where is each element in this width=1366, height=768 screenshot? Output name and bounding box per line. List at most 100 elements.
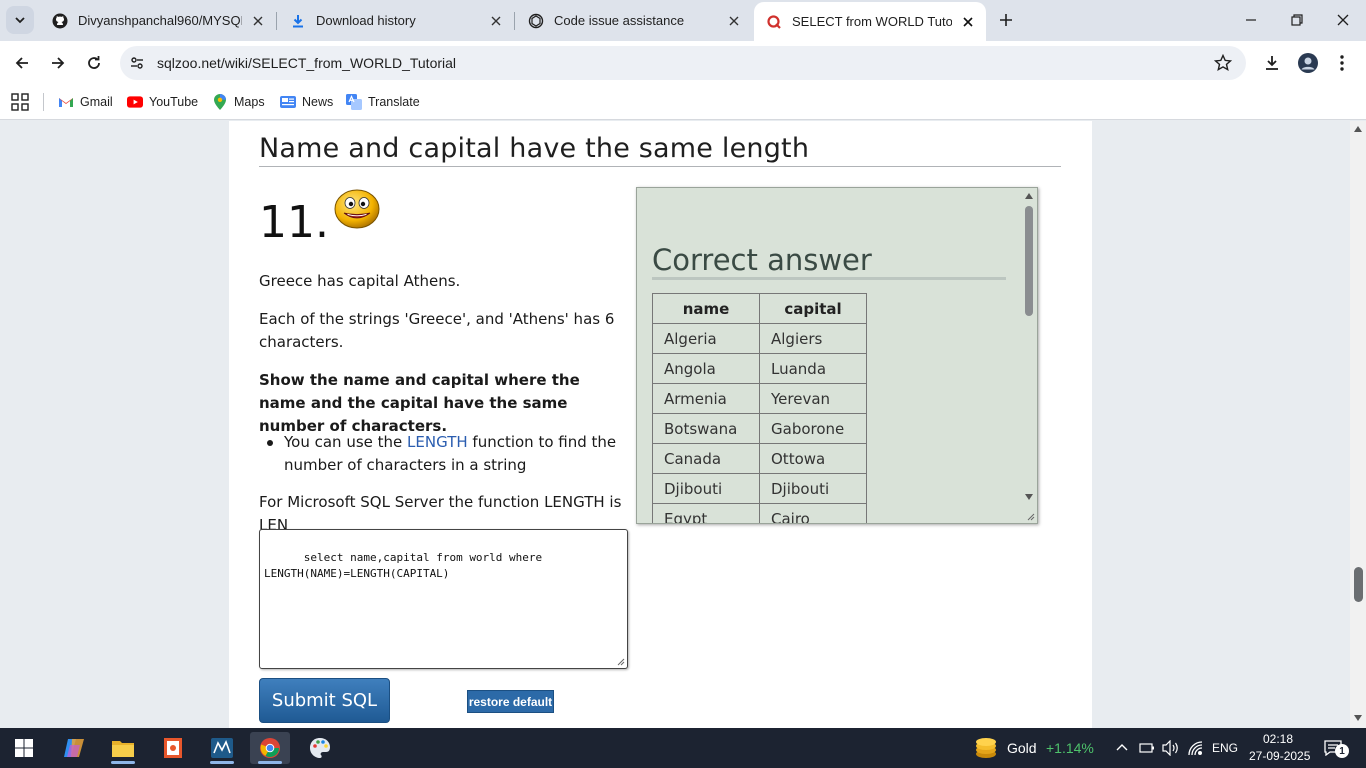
- tab-code-issue[interactable]: Code issue assistance: [516, 4, 752, 37]
- close-icon[interactable]: [726, 13, 742, 29]
- widget-value[interactable]: +1.14%: [1046, 740, 1094, 756]
- cell-name: Botswana: [652, 413, 760, 444]
- cell-capital: Ottowa: [759, 443, 867, 474]
- restore-window-button[interactable]: [1274, 0, 1320, 40]
- sqlzoo-icon: [766, 14, 782, 30]
- taskbar-file-explorer[interactable]: [103, 732, 143, 764]
- network-icon[interactable]: [1187, 740, 1205, 756]
- close-icon: [1337, 14, 1349, 26]
- chevron-up-icon[interactable]: [1116, 742, 1128, 754]
- cell-capital: Algiers: [759, 323, 867, 354]
- clock-date[interactable]: 27-09-2025: [1249, 749, 1310, 763]
- scroll-up-arrow-icon[interactable]: [1353, 124, 1363, 134]
- browser-menu-button[interactable]: [1328, 49, 1356, 77]
- tab-title: SELECT from WORLD Tutorial -: [792, 14, 952, 29]
- url-text[interactable]: sqlzoo.net/wiki/SELECT_from_WORLD_Tutori…: [157, 55, 456, 71]
- browser-toolbar: sqlzoo.net/wiki/SELECT_from_WORLD_Tutori…: [0, 41, 1366, 85]
- bookmark-label: Maps: [234, 95, 265, 109]
- taskbar-mysql-workbench[interactable]: [202, 732, 242, 764]
- cell-name: Armenia: [652, 383, 760, 414]
- restore-default-button[interactable]: restore default: [467, 690, 554, 713]
- start-button[interactable]: [4, 732, 44, 764]
- tab-divider: [514, 12, 515, 30]
- download-icon: [1266, 56, 1278, 70]
- notification-badge[interactable]: 1: [1335, 744, 1349, 758]
- submit-sql-button[interactable]: Submit SQL: [259, 678, 390, 723]
- task-instruction: Show the name and capital where the name…: [259, 371, 580, 435]
- chrome-icon: [260, 738, 280, 758]
- close-icon[interactable]: [250, 13, 266, 29]
- windows-taskbar: Gold +1.14% ENG 02:18 27-09-2025 1: [0, 728, 1366, 768]
- youtube-icon: [127, 94, 143, 110]
- bookmark-gmail[interactable]: Gmail: [58, 92, 113, 112]
- maps-icon: [212, 94, 228, 110]
- site-settings-icon[interactable]: [128, 54, 146, 72]
- battery-icon[interactable]: [1139, 741, 1155, 755]
- bookmark-youtube[interactable]: YouTube: [127, 92, 198, 112]
- cell-name: Egypt: [652, 503, 760, 523]
- downloads-button[interactable]: [1258, 49, 1286, 77]
- taskbar-paint[interactable]: [300, 732, 340, 764]
- address-bar[interactable]: sqlzoo.net/wiki/SELECT_from_WORLD_Tutori…: [120, 46, 1246, 80]
- clock-time[interactable]: 02:18: [1263, 732, 1293, 746]
- scroll-down-arrow-icon[interactable]: [1353, 713, 1363, 723]
- widget-label[interactable]: Gold: [1007, 740, 1037, 756]
- bookmark-translate[interactable]: Translate: [346, 92, 420, 112]
- page-scrollbar[interactable]: [1350, 121, 1366, 728]
- cell-name: Djibouti: [652, 473, 760, 504]
- bookmark-maps[interactable]: Maps: [212, 92, 265, 112]
- page-viewport: Name and capital have the same length 11…: [0, 121, 1350, 728]
- sql-editor[interactable]: select name,capital from world where LEN…: [259, 529, 628, 669]
- close-icon[interactable]: [488, 13, 504, 29]
- plus-icon: [1000, 14, 1012, 26]
- volume-icon[interactable]: [1162, 740, 1180, 756]
- cell-capital: Cairo: [759, 503, 867, 523]
- folder-icon: [112, 741, 134, 757]
- tab-title: Code issue assistance: [554, 13, 685, 28]
- tab-download-history[interactable]: Download history: [278, 4, 514, 37]
- new-tab-button[interactable]: [994, 8, 1018, 32]
- taskbar-app[interactable]: [153, 732, 193, 764]
- mysql-workbench-icon: [211, 738, 233, 758]
- tab-search-button[interactable]: [6, 6, 34, 34]
- sql-query-text[interactable]: select name,capital from world where LEN…: [264, 551, 542, 580]
- github-icon: [52, 13, 68, 29]
- answer-panel[interactable]: Correct answer name capital Algeria Algie…: [636, 187, 1038, 524]
- reload-button[interactable]: [80, 49, 108, 77]
- cell-capital: Gaborone: [759, 413, 867, 444]
- resize-handle-icon[interactable]: [617, 658, 625, 666]
- scroll-up-arrow-icon[interactable]: [1024, 191, 1034, 201]
- running-indicator: [258, 761, 282, 764]
- close-icon[interactable]: [960, 14, 976, 30]
- table-row: Angola Luanda: [652, 353, 867, 384]
- scroll-down-arrow-icon[interactable]: [1024, 492, 1034, 502]
- tab-github[interactable]: Divyanshpanchal960/MYSQL: S: [40, 4, 276, 37]
- forward-button[interactable]: [44, 49, 72, 77]
- tab-sqlzoo[interactable]: SELECT from WORLD Tutorial -: [754, 2, 986, 41]
- taskbar-chrome[interactable]: [250, 732, 290, 764]
- back-button[interactable]: [8, 49, 36, 77]
- answer-scrollbar[interactable]: [1021, 188, 1037, 523]
- bookmark-news[interactable]: News: [280, 92, 333, 112]
- bookmark-star-icon[interactable]: [1214, 54, 1232, 72]
- translate-icon: [346, 94, 362, 110]
- table-row: Canada Ottowa: [652, 443, 867, 474]
- table-row: Algeria Algiers: [652, 323, 867, 354]
- arrow-right-icon: [52, 57, 65, 69]
- minimize-button[interactable]: [1228, 0, 1274, 40]
- profile-avatar[interactable]: [1294, 49, 1322, 77]
- question-number: 11.: [259, 197, 329, 248]
- apps-grid-icon[interactable]: [11, 93, 29, 111]
- scrollbar-thumb[interactable]: [1025, 206, 1033, 316]
- language-indicator[interactable]: ENG: [1212, 741, 1238, 755]
- cell-capital: Luanda: [759, 353, 867, 384]
- resize-handle-icon[interactable]: [1027, 513, 1035, 521]
- paint-palette-icon: [310, 738, 330, 758]
- close-window-button[interactable]: [1320, 0, 1366, 40]
- length-function-link[interactable]: LENGTH: [407, 433, 468, 451]
- taskbar-copilot[interactable]: [54, 732, 94, 764]
- restore-icon: [1291, 14, 1303, 26]
- scrollbar-thumb[interactable]: [1354, 567, 1363, 602]
- avatar-icon: [1298, 53, 1318, 73]
- chevron-down-icon: [15, 17, 25, 24]
